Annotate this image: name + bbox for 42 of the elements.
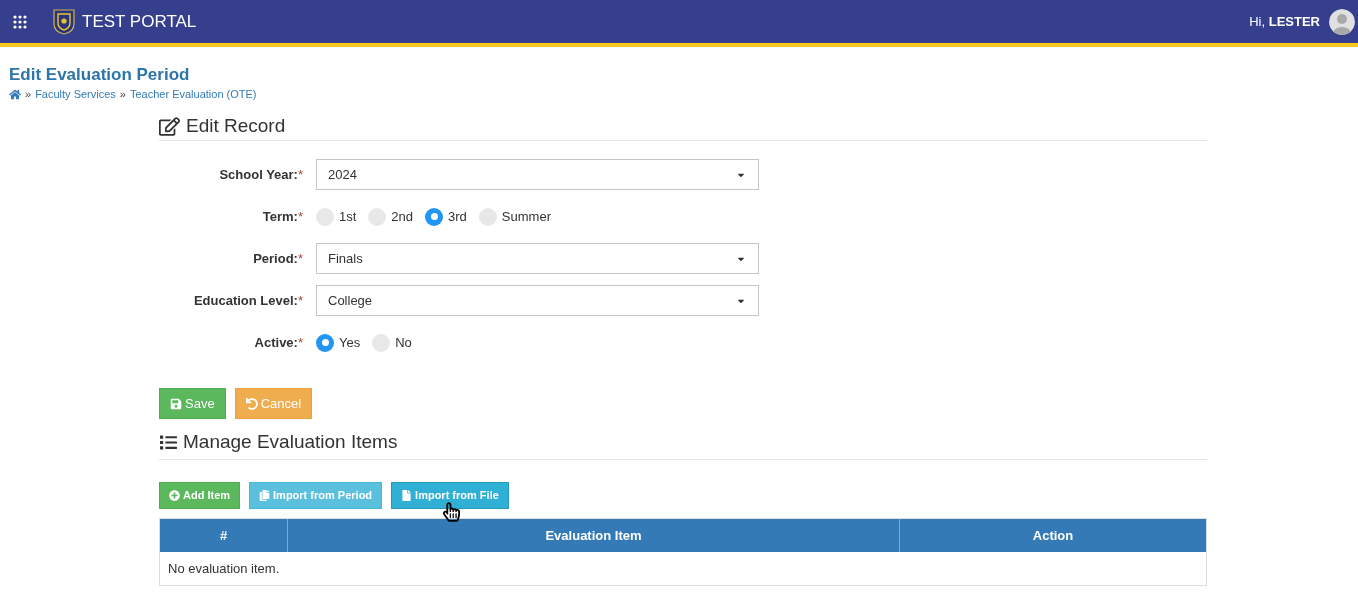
- undo-arrow-icon: [245, 397, 258, 410]
- radio-label: Summer: [501, 207, 551, 226]
- breadcrumb-separator: »: [25, 88, 32, 100]
- select-field[interactable]: Finals: [316, 243, 759, 274]
- field-label: School Year:*: [219, 165, 303, 184]
- breadcrumb-link[interactable]: Teacher Evaluation (OTE): [129, 88, 257, 100]
- select-field[interactable]: 2024: [316, 159, 759, 190]
- pointer-cursor-icon: [443, 501, 461, 523]
- select-field[interactable]: College: [316, 285, 759, 316]
- avatar-icon[interactable]: [1329, 8, 1355, 35]
- list-icon: [159, 433, 178, 451]
- field-label: Period:*: [253, 249, 303, 268]
- radio-label: No: [395, 333, 412, 352]
- shield-logo-icon: [53, 8, 75, 35]
- radio-button[interactable]: [425, 207, 444, 226]
- page-title: Edit Evaluation Period: [9, 65, 190, 85]
- radio-label: Yes: [339, 333, 361, 352]
- section-heading: Manage Evaluation Items: [183, 429, 398, 454]
- breadcrumb-link[interactable]: Faculty Services: [35, 88, 116, 100]
- radio-label: 1st: [339, 207, 357, 226]
- add-item-button[interactable]: Add Item: [159, 482, 241, 509]
- column-header: Action: [899, 519, 1206, 552]
- column-header: #: [218, 526, 229, 545]
- field-label: Education Level:*: [193, 291, 303, 310]
- empty-table-message: No evaluation item.: [168, 559, 280, 578]
- portal-title: TEST PORTAL: [82, 10, 197, 33]
- field-label: Term:*: [262, 207, 303, 226]
- file-icon: [401, 490, 413, 501]
- breadcrumb-separator: »: [119, 88, 126, 100]
- save-button[interactable]: Save: [159, 388, 226, 419]
- app-grid-icon[interactable]: [13, 14, 27, 29]
- radio-label: 3rd: [448, 207, 467, 226]
- edit-icon: [159, 116, 180, 136]
- field-label: Active:*: [254, 333, 303, 352]
- copy-icon: [259, 490, 271, 501]
- import-button[interactable]: Import from File: [391, 482, 509, 509]
- radio-label: 2nd: [391, 207, 414, 226]
- user-greeting: Hi, LESTER: [1249, 12, 1320, 31]
- home-icon[interactable]: [9, 88, 21, 100]
- radio-button[interactable]: [316, 333, 334, 352]
- section-heading: Edit Record: [186, 113, 286, 138]
- column-header: Evaluation Item: [287, 519, 899, 552]
